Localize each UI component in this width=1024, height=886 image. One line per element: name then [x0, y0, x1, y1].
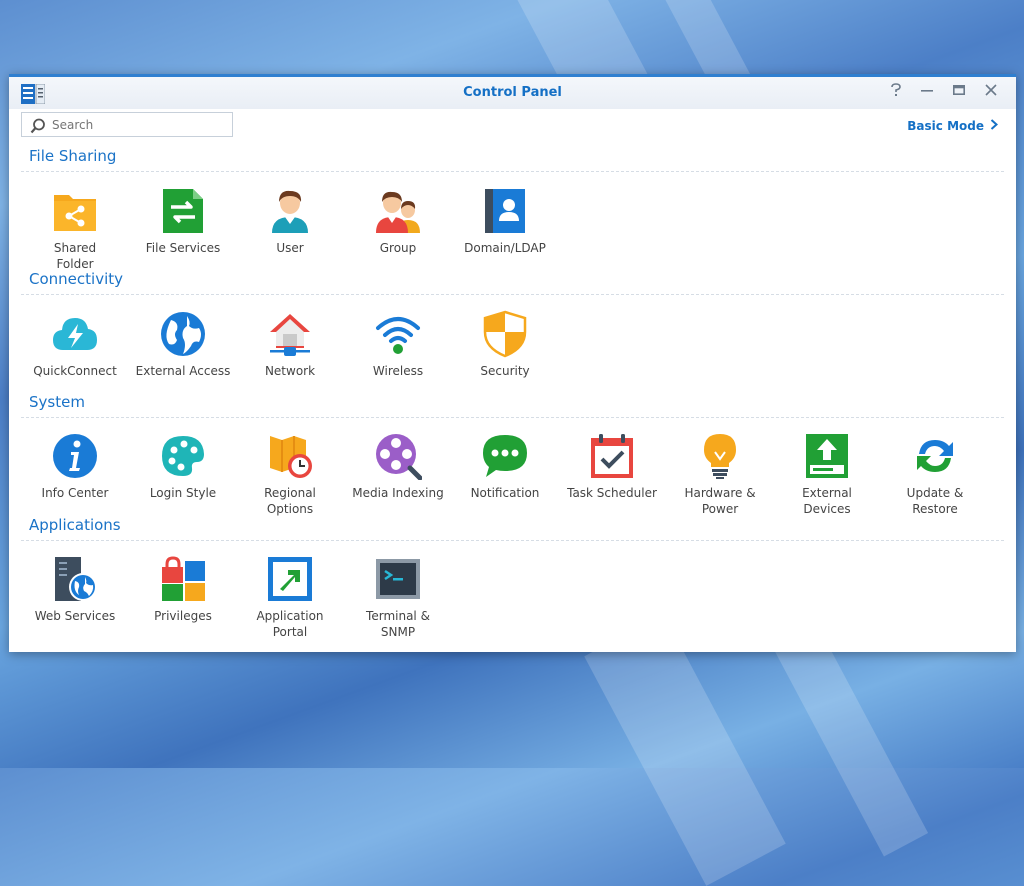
chevron-right-icon [990, 119, 998, 133]
domain-ldap-icon [485, 189, 525, 233]
close-icon [985, 84, 997, 96]
external-devices-icon [806, 434, 848, 478]
user-icon [272, 190, 308, 233]
item-regional-options[interactable]: Regional Options [236, 432, 344, 517]
section-title-applications: Applications [29, 516, 121, 534]
item-quickconnect[interactable]: QuickConnect [21, 310, 129, 379]
item-label: Update & Restore [906, 486, 964, 516]
network-icon [270, 314, 310, 356]
item-task-scheduler[interactable]: Task Scheduler [558, 432, 666, 501]
basic-mode-label: Basic Mode [907, 119, 984, 133]
task-scheduler-icon [591, 434, 633, 478]
wireless-icon [376, 317, 420, 354]
item-user[interactable]: User [236, 187, 344, 256]
section-divider [21, 294, 1004, 295]
shared-folder-icon [54, 195, 96, 231]
item-file-services[interactable]: File Services [129, 187, 237, 256]
section-divider [21, 417, 1004, 418]
item-label: Regional Options [264, 486, 316, 516]
item-external-access[interactable]: External Access [129, 310, 237, 379]
security-icon [483, 310, 527, 358]
item-domain-ldap[interactable]: Domain/LDAP [451, 187, 559, 256]
item-label: Wireless [372, 364, 424, 378]
search-box[interactable] [21, 112, 233, 137]
item-application-portal[interactable]: Application Portal [236, 555, 344, 640]
item-shared-folder[interactable]: Shared Folder [21, 187, 129, 272]
group-icon [376, 191, 420, 233]
item-label: Media Indexing [352, 486, 444, 500]
minimize-button[interactable] [917, 83, 937, 103]
maximize-icon [953, 84, 965, 95]
item-label: Security [480, 364, 530, 378]
close-button[interactable] [981, 83, 1001, 103]
item-label: Info Center [41, 486, 109, 500]
item-label: Task Scheduler [567, 486, 657, 500]
file-services-icon [163, 189, 203, 233]
item-update-restore[interactable]: Update & Restore [881, 432, 989, 517]
item-label: Privileges [154, 609, 212, 623]
item-label: File Services [145, 241, 221, 255]
title-bar[interactable]: Control Panel [9, 77, 1016, 109]
item-label: Hardware & Power [684, 486, 756, 516]
hardware-power-icon [704, 434, 736, 479]
help-icon [891, 83, 901, 96]
maximize-button[interactable] [949, 83, 969, 103]
quickconnect-icon [53, 318, 97, 350]
item-login-style[interactable]: Login Style [129, 432, 237, 501]
item-label: Terminal & SNMP [366, 609, 430, 639]
item-info-center[interactable]: Info Center [21, 432, 129, 501]
section-divider [21, 540, 1004, 541]
item-media-indexing[interactable]: Media Indexing [344, 432, 452, 501]
item-label: Shared Folder [53, 241, 97, 271]
section-divider [21, 171, 1004, 172]
info-center-icon [53, 434, 97, 478]
application-portal-icon [268, 557, 312, 601]
item-security[interactable]: Security [451, 310, 559, 379]
notification-icon [483, 435, 527, 477]
section-title-file-sharing: File Sharing [29, 147, 117, 165]
media-indexing-icon [376, 434, 422, 480]
item-external-devices[interactable]: External Devices [773, 432, 881, 517]
item-label: QuickConnect [33, 364, 117, 378]
privileges-icon [162, 556, 205, 601]
item-label: Group [379, 241, 417, 255]
web-services-icon [55, 557, 97, 601]
login-style-icon [162, 436, 204, 476]
item-network[interactable]: Network [236, 310, 344, 379]
item-label: Domain/LDAP [464, 241, 546, 255]
section-title-connectivity: Connectivity [29, 270, 123, 288]
wallpaper-streak [584, 614, 786, 886]
section-title-system: System [29, 393, 85, 411]
update-restore-icon [917, 440, 953, 472]
terminal-snmp-icon [376, 559, 420, 599]
help-button[interactable] [886, 83, 906, 103]
item-terminal-snmp[interactable]: Terminal & SNMP [344, 555, 452, 640]
item-label: Login Style [149, 486, 217, 500]
item-label: Application Portal [256, 609, 324, 639]
search-input[interactable] [52, 116, 222, 133]
item-label: Notification [470, 486, 540, 500]
regional-options-icon [270, 436, 312, 478]
item-label: User [276, 241, 304, 255]
item-hardware-power[interactable]: Hardware & Power [666, 432, 774, 517]
item-group[interactable]: Group [344, 187, 452, 256]
basic-mode-link[interactable]: Basic Mode [907, 119, 998, 133]
item-label: Web Services [34, 609, 116, 623]
control-panel-window: Control Panel Basic Mode File Sharing [9, 74, 1016, 652]
item-privileges[interactable]: Privileges [129, 555, 237, 624]
search-icon [30, 118, 45, 134]
item-label: External Access [135, 364, 231, 378]
item-web-services[interactable]: Web Services [21, 555, 129, 624]
item-wireless[interactable]: Wireless [344, 310, 452, 379]
external-access-icon [161, 312, 205, 356]
window-title: Control Panel [463, 85, 562, 100]
item-label: Network [264, 364, 316, 378]
minimize-icon [921, 90, 933, 92]
item-label: External Devices [802, 486, 852, 516]
item-notification[interactable]: Notification [451, 432, 559, 501]
